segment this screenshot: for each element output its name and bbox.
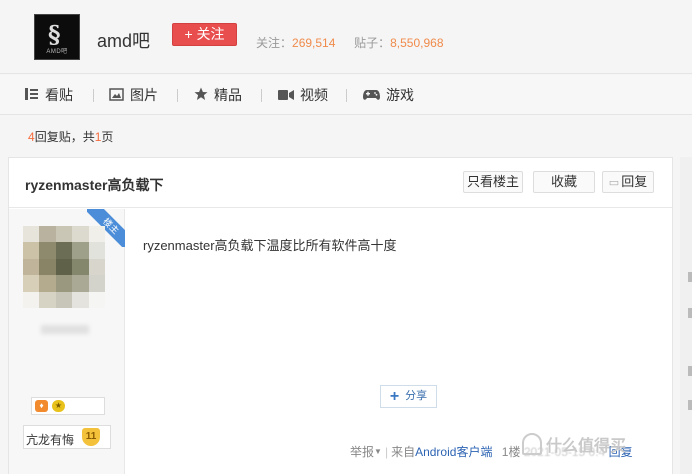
from-prefix: 来自: [391, 445, 416, 459]
client-link[interactable]: Android客户端: [415, 445, 492, 459]
watermark: 什么值得买: [522, 432, 626, 456]
thread-container: ryzenmaster高负载下 只看楼主 收藏 ▭ 回复 楼主 ♦ ★ 亢龙有悔 …: [8, 157, 673, 474]
reply-count-bar: 4回复贴，共1页: [28, 128, 113, 145]
forum-stats: 关注：269,514 贴子：8,550,968: [256, 34, 444, 51]
author-column: 楼主 ♦ ★ 亢龙有悔 11: [9, 209, 125, 474]
user-level[interactable]: 亢龙有悔 11: [23, 425, 111, 449]
nav-label-games: 游戏: [386, 87, 414, 103]
level-badge: 11: [82, 428, 100, 446]
plus-icon: +: [389, 388, 400, 405]
gamepad-icon: [363, 76, 380, 116]
nav-item-images[interactable]: 图片: [109, 75, 158, 115]
watermark-text: 什么值得买: [546, 438, 627, 455]
forum-header: § AMD吧 amd吧 + 关注 关注：269,514 贴子：8,550,968: [0, 0, 692, 74]
comment-icon: ▭: [608, 177, 620, 189]
share-label: 分享: [405, 390, 428, 402]
share-button[interactable]: + 分享: [380, 385, 437, 408]
badge-fire-icon: ♦: [35, 400, 48, 412]
floor-number: 1楼: [501, 445, 521, 459]
user-badges: ♦ ★: [31, 397, 105, 415]
avatar[interactable]: [23, 226, 105, 308]
nav-label-posts: 看贴: [45, 87, 73, 103]
report-link[interactable]: 举报: [350, 445, 374, 459]
nav-label-featured: 精品: [214, 87, 242, 103]
nav-item-posts[interactable]: 看贴: [24, 75, 73, 115]
page-count-suffix: 页: [101, 130, 114, 144]
follow-stat-label: 关注：: [256, 36, 293, 50]
logo-mark-icon: §: [48, 20, 61, 49]
nav-item-video[interactable]: 视频: [278, 75, 328, 115]
posts-icon: [24, 76, 39, 116]
nav-label-video: 视频: [300, 87, 328, 103]
thread-title: ryzenmaster高负载下: [25, 177, 164, 193]
video-icon: [278, 76, 294, 116]
badge-medal-icon: ★: [52, 400, 65, 412]
posts-count: 8,550,968: [390, 36, 444, 50]
star-icon: [194, 76, 208, 116]
nav-item-games[interactable]: 游戏: [363, 75, 414, 115]
forum-logo[interactable]: § AMD吧: [34, 14, 80, 60]
forum-name[interactable]: amd吧: [97, 27, 150, 53]
follow-count: 269,514: [292, 36, 336, 50]
dropdown-arrow-icon: ▼: [374, 447, 382, 456]
thread-title-bar: ryzenmaster高负载下 只看楼主 收藏 ▭ 回复: [9, 158, 672, 208]
favorite-button[interactable]: 收藏: [533, 171, 595, 193]
follow-button[interactable]: + 关注: [172, 23, 237, 46]
watermark-logo-icon: [522, 433, 542, 455]
posts-stat-label: 贴子：: [354, 36, 391, 50]
username-obscured[interactable]: [41, 325, 89, 334]
only-op-button[interactable]: 只看楼主: [463, 171, 523, 193]
post-content: ryzenmaster高负载下温度比所有软件高十度: [143, 238, 397, 253]
thread-reply-button[interactable]: ▭ 回复: [602, 171, 654, 193]
reply-count: 4: [28, 130, 35, 144]
logo-text: AMD吧: [46, 49, 68, 55]
nav-item-featured[interactable]: 精品: [194, 75, 242, 115]
nav-label-images: 图片: [130, 87, 158, 103]
thread-reply-label: 回复: [621, 174, 648, 189]
image-icon: [109, 76, 124, 116]
forum-nav: 看贴 图片 精品 视频 游戏: [0, 75, 692, 115]
level-name: 亢龙有悔: [26, 433, 75, 447]
reply-count-text: 回复贴，共: [34, 130, 95, 144]
